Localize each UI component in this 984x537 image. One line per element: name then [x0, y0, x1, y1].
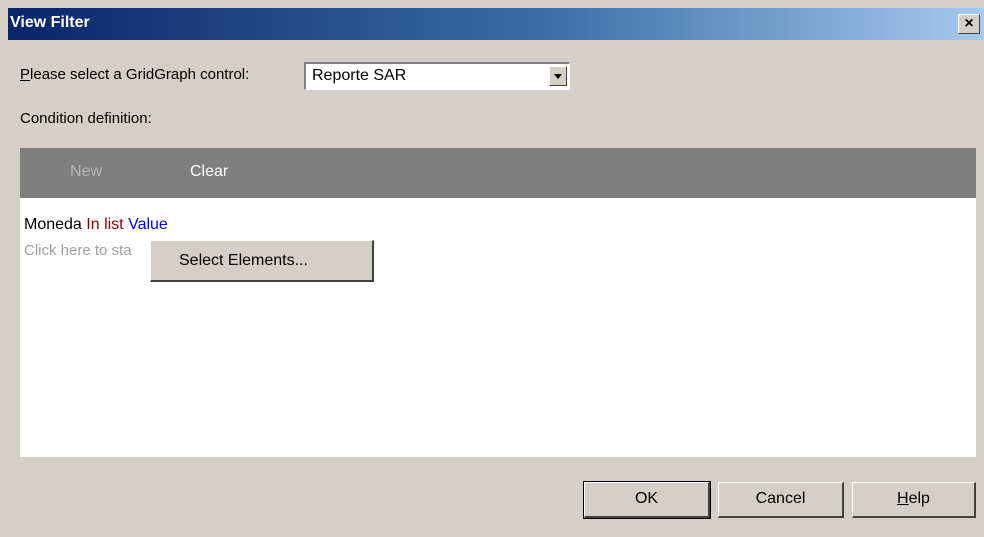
help-label-text: elp — [908, 490, 930, 507]
gridgraph-label-text: lease select a GridGraph control: — [30, 66, 250, 83]
help-button[interactable]: Help — [852, 482, 976, 518]
new-button[interactable]: New — [70, 163, 102, 181]
close-button[interactable]: × — [958, 14, 980, 34]
condition-value[interactable]: Value — [128, 216, 168, 233]
help-mnemonic: H — [897, 490, 909, 507]
condition-definition-label: Condition definition: — [20, 110, 152, 127]
gridgraph-label-mnemonic: P — [20, 66, 31, 83]
condition-field[interactable]: Moneda — [24, 216, 82, 233]
condition-panel: Moneda In list Value Click here to sta — [20, 198, 976, 457]
condition-operator[interactable]: In list — [86, 216, 123, 233]
view-filter-dialog: View Filter × Please select a GridGraph … — [0, 0, 984, 537]
dropdown-arrow-icon[interactable] — [549, 66, 567, 86]
window-title: View Filter — [10, 14, 90, 31]
gridgraph-label: Please select a GridGraph control: — [20, 66, 249, 83]
condition-row: Moneda In list Value — [24, 216, 168, 234]
gridgraph-selected-value: Reporte SAR — [312, 67, 407, 84]
title-bar: View Filter × — [8, 8, 984, 40]
ok-button[interactable]: OK — [583, 481, 711, 519]
condition-toolbar: New Clear — [20, 148, 976, 198]
gridgraph-select[interactable]: Reporte SAR — [304, 62, 570, 90]
select-elements-menu-item[interactable]: Select Elements... — [150, 240, 374, 282]
clear-button[interactable]: Clear — [190, 163, 228, 181]
add-condition-hint[interactable]: Click here to sta — [24, 242, 132, 259]
cancel-button[interactable]: Cancel — [718, 482, 844, 518]
